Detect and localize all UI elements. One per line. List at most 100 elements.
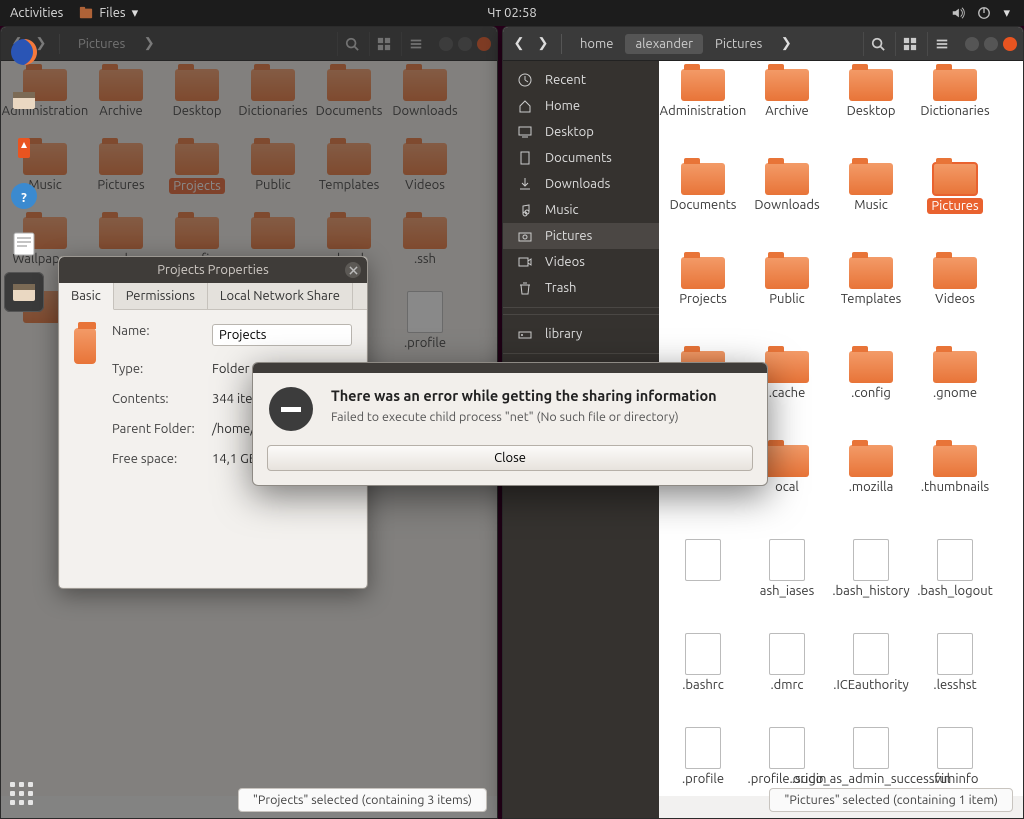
status-bar-right: "Pictures" selected (containing 1 item) bbox=[769, 788, 1013, 812]
sidebar-item-home[interactable]: Home bbox=[503, 93, 659, 119]
close-icon[interactable] bbox=[345, 262, 361, 278]
file-icon bbox=[853, 539, 889, 581]
file-item[interactable]: .bashrc bbox=[665, 633, 741, 723]
item-label: ocal bbox=[775, 480, 799, 494]
item-label: Pictures bbox=[927, 198, 982, 214]
sidebar-item-documents[interactable]: Documents bbox=[503, 145, 659, 171]
folder-item[interactable]: .config bbox=[833, 351, 909, 441]
launcher-software[interactable] bbox=[4, 128, 44, 168]
launcher-files-active[interactable] bbox=[4, 272, 44, 312]
sidebar-item-videos[interactable]: Videos bbox=[503, 249, 659, 275]
file-icon bbox=[685, 727, 721, 769]
folder-icon bbox=[849, 351, 893, 383]
file-item[interactable] bbox=[665, 539, 741, 629]
launcher-files[interactable] bbox=[4, 80, 44, 120]
file-item[interactable]: .bash_logout bbox=[917, 539, 993, 629]
sidebar-label: Desktop bbox=[545, 125, 594, 139]
folder-icon bbox=[765, 445, 809, 477]
view-grid-button[interactable] bbox=[895, 32, 923, 56]
error-icon bbox=[269, 387, 313, 431]
folder-item[interactable]: Templates bbox=[833, 257, 909, 347]
show-applications-button[interactable] bbox=[10, 782, 33, 805]
folder-item[interactable]: Downloads bbox=[749, 163, 825, 253]
close-button[interactable]: Close bbox=[267, 445, 753, 471]
file-item[interactable]: .lesshst bbox=[917, 633, 993, 723]
sidebar-label: Music bbox=[545, 203, 579, 217]
music-icon bbox=[517, 202, 533, 218]
folder-item[interactable]: Archive bbox=[749, 69, 825, 159]
folder-item[interactable]: Videos bbox=[917, 257, 993, 347]
sidebar-label: Downloads bbox=[545, 177, 610, 191]
sidebar-item-desktop[interactable]: Desktop bbox=[503, 119, 659, 145]
file-item[interactable]: .viminfo bbox=[917, 727, 993, 796]
item-label: .dmrc bbox=[771, 678, 804, 692]
launcher-texteditor[interactable] bbox=[4, 224, 44, 264]
folder-item[interactable]: Dictionaries bbox=[917, 69, 993, 159]
video-icon bbox=[517, 254, 533, 270]
item-label: Desktop bbox=[847, 104, 896, 118]
volume-icon[interactable] bbox=[951, 6, 965, 20]
activities-button[interactable]: Activities bbox=[10, 6, 63, 20]
maximize-button[interactable] bbox=[984, 37, 998, 51]
sidebar-label: Videos bbox=[545, 255, 585, 269]
tab-permissions[interactable]: Permissions bbox=[114, 283, 208, 309]
file-item[interactable]: .bash_history bbox=[833, 539, 909, 629]
sidebar-item-library[interactable]: library bbox=[503, 321, 659, 347]
sidebar-item-recent[interactable]: Recent bbox=[503, 67, 659, 93]
chevron-down-icon: ▾ bbox=[132, 6, 139, 21]
close-button[interactable] bbox=[1003, 37, 1017, 51]
folder-icon bbox=[849, 163, 893, 195]
file-item[interactable]: .profile bbox=[665, 727, 741, 796]
chevron-down-icon[interactable]: ▾ bbox=[1003, 6, 1010, 21]
folder-item[interactable]: .mozilla bbox=[833, 445, 909, 535]
folder-icon bbox=[765, 257, 809, 289]
folder-item[interactable]: Desktop bbox=[833, 69, 909, 159]
sidebar-item-trash[interactable]: Trash bbox=[503, 275, 659, 301]
name-input[interactable] bbox=[212, 324, 352, 346]
search-button[interactable] bbox=[863, 32, 891, 56]
forward-button[interactable]: ❯ bbox=[533, 32, 553, 56]
launcher-firefox[interactable] bbox=[4, 32, 44, 72]
breadcrumb[interactable]: Pictures bbox=[705, 34, 772, 54]
hamburger-button[interactable] bbox=[927, 32, 955, 56]
folder-item[interactable]: Pictures bbox=[917, 163, 993, 253]
power-icon[interactable] bbox=[977, 6, 991, 20]
folder-icon bbox=[933, 69, 977, 101]
file-icon bbox=[769, 633, 805, 675]
file-item[interactable]: .ICEauthority bbox=[833, 633, 909, 723]
sidebar-item-music[interactable]: Music bbox=[503, 197, 659, 223]
item-label: .profile bbox=[682, 772, 724, 786]
clock[interactable]: Чт 02:58 bbox=[487, 6, 536, 20]
back-button[interactable]: ❮ bbox=[509, 32, 529, 56]
breadcrumb[interactable]: alexander bbox=[625, 34, 703, 54]
folder-item[interactable]: .thumbnails bbox=[917, 445, 993, 535]
tab-share[interactable]: Local Network Share bbox=[208, 283, 353, 309]
folder-icon bbox=[681, 163, 725, 195]
folder-item[interactable]: Documents bbox=[665, 163, 741, 253]
item-label: .thumbnails bbox=[921, 480, 989, 494]
file-item[interactable]: .dmrc bbox=[749, 633, 825, 723]
label-contents: Contents: bbox=[112, 392, 202, 406]
sidebar-item-pictures[interactable]: Pictures bbox=[503, 223, 659, 249]
app-menu[interactable]: Files ▾ bbox=[79, 6, 138, 21]
breadcrumb[interactable]: home bbox=[570, 34, 623, 54]
minimize-button[interactable] bbox=[965, 37, 979, 51]
folder-item[interactable]: Public bbox=[749, 257, 825, 347]
folder-icon bbox=[849, 257, 893, 289]
file-item[interactable]: ash_iases bbox=[749, 539, 825, 629]
folder-item[interactable]: .gnome bbox=[917, 351, 993, 441]
folder-item[interactable]: Music bbox=[833, 163, 909, 253]
file-icon bbox=[769, 539, 805, 581]
file-item[interactable]: .sudo_as_admin_successful bbox=[833, 727, 909, 796]
launcher-help[interactable]: ? bbox=[4, 176, 44, 216]
sidebar-item-downloads[interactable]: Downloads bbox=[503, 171, 659, 197]
error-message: Failed to execute child process "net" (N… bbox=[331, 410, 717, 424]
tab-basic[interactable]: Basic bbox=[59, 283, 114, 310]
folder-icon bbox=[681, 257, 725, 289]
breadcrumb-next[interactable]: ❯ bbox=[776, 32, 796, 56]
clock-icon bbox=[517, 72, 533, 88]
item-label: .viminfo bbox=[932, 772, 979, 786]
folder-item[interactable]: Projects bbox=[665, 257, 741, 347]
folder-item[interactable]: Administration bbox=[665, 69, 741, 159]
item-label: Videos bbox=[935, 292, 975, 306]
